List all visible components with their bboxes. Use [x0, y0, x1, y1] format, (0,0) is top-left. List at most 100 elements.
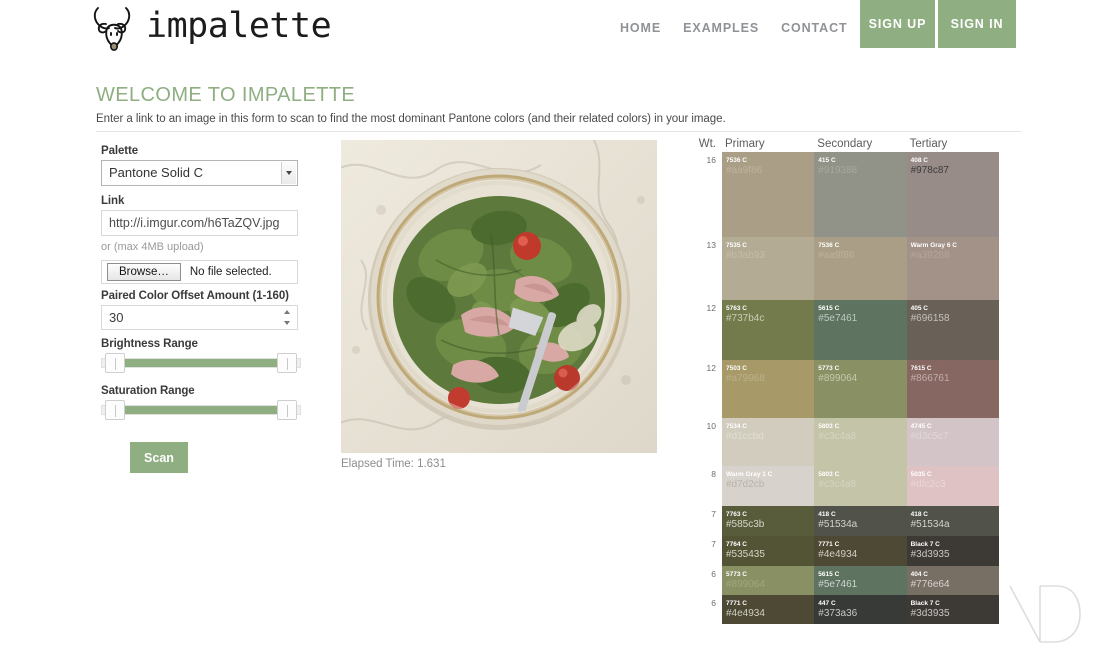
swatch-hex-value: #4e4934 [818, 549, 906, 560]
color-swatch-secondary[interactable]: 7771 C#4e4934 [814, 536, 906, 566]
color-swatch-tertiary[interactable]: 405 C#696158 [907, 300, 999, 360]
header-divider [96, 131, 1021, 132]
color-swatch-primary[interactable]: 7771 C#4e4934 [722, 595, 814, 624]
palette-label: Palette [101, 145, 298, 157]
swatch-pantone-name: 5615 C [818, 304, 906, 313]
swatch-pantone-name: 7763 C [726, 510, 814, 519]
swatch-pantone-name: 5615 C [818, 570, 906, 579]
file-upload-row[interactable]: Browse… No file selected. [101, 260, 298, 284]
swatch-hex-value: #b3ab93 [726, 250, 814, 261]
header-secondary: Secondary [814, 138, 906, 152]
saturation-handle-max[interactable] [277, 400, 297, 420]
table-row: 127503 C#a799685773 C#8990647615 C#86676… [678, 360, 1000, 418]
weight-cell: 12 [678, 300, 722, 313]
link-label: Link [101, 195, 298, 207]
saturation-range-slider[interactable] [101, 400, 301, 420]
table-row: 107534 C#d1ccbd5803 C#c3c4a84745 C#d3c5c… [678, 418, 1000, 466]
color-swatch-primary[interactable]: 7534 C#d1ccbd [722, 418, 814, 466]
site-header: impalette HOME EXAMPLES CONTACT SIGN UP … [0, 0, 1100, 56]
swatch-hex-value: #dfc2c3 [911, 479, 999, 490]
color-swatch-primary[interactable]: 7763 C#585c3b [722, 506, 814, 536]
color-swatch-primary[interactable]: 7536 C#aa9f86 [722, 152, 814, 237]
color-swatch-primary[interactable]: 7764 C#535435 [722, 536, 814, 566]
color-swatch-secondary[interactable]: 447 C#373a36 [814, 595, 906, 624]
color-swatch-tertiary[interactable]: 5035 C#dfc2c3 [907, 466, 999, 506]
color-swatch-secondary[interactable]: 415 C#919388 [814, 152, 906, 237]
swatch-hex-value: #585c3b [726, 519, 814, 530]
results-rows: 167536 C#aa9f86415 C#919388408 C#978c871… [678, 152, 1000, 624]
brightness-label: Brightness Range [101, 338, 298, 350]
swatch-hex-value: #c3c4a8 [818, 479, 906, 490]
brightness-fill [123, 359, 279, 367]
browse-button[interactable]: Browse… [107, 263, 181, 282]
swatch-pantone-name: 447 C [818, 599, 906, 608]
sign-up-button[interactable]: SIGN UP [860, 0, 935, 48]
color-swatch-tertiary[interactable]: 408 C#978c87 [907, 152, 999, 237]
table-row: 137535 C#b3ab937536 C#aa9f86Warm Gray 6 … [678, 237, 1000, 300]
upload-hint: or (max 4MB upload) [101, 241, 298, 253]
weight-cell: 7 [678, 506, 722, 519]
color-swatch-secondary[interactable]: 5803 C#c3c4a8 [814, 466, 906, 506]
offset-stepper[interactable]: 30 [101, 305, 298, 330]
impala-head-icon [88, 2, 140, 54]
color-swatch-tertiary[interactable]: 418 C#51534a [907, 506, 999, 536]
color-swatch-secondary[interactable]: 5615 C#5e7461 [814, 566, 906, 595]
weight-cell: 13 [678, 237, 722, 250]
weight-cell: 7 [678, 536, 722, 549]
chevron-down-icon[interactable] [281, 162, 296, 184]
color-swatch-tertiary[interactable]: Black 7 C#3d3935 [907, 536, 999, 566]
color-swatch-tertiary[interactable]: 404 C#776e64 [907, 566, 999, 595]
stepper-arrows-icon[interactable] [282, 310, 291, 325]
salad-bowl-photo [341, 140, 657, 453]
swatch-hex-value: #3d3935 [911, 549, 999, 560]
swatch-hex-value: #51534a [818, 519, 906, 530]
swatch-hex-value: #373a36 [818, 608, 906, 619]
weight-cell: 10 [678, 418, 722, 431]
brightness-handle-min[interactable] [105, 353, 125, 373]
saturation-handle-min[interactable] [105, 400, 125, 420]
swatch-hex-value: #696158 [911, 313, 999, 324]
nav-item-contact[interactable]: CONTACT [781, 21, 847, 35]
color-swatch-secondary[interactable]: 5773 C#899064 [814, 360, 906, 418]
color-swatch-tertiary[interactable]: 7615 C#866761 [907, 360, 999, 418]
sign-in-button[interactable]: SIGN IN [938, 0, 1016, 48]
scan-form: Palette Pantone Solid C Link or (max 4MB… [101, 145, 298, 473]
color-swatch-primary[interactable]: 7535 C#b3ab93 [722, 237, 814, 300]
saturation-label: Saturation Range [101, 385, 298, 397]
header-primary: Primary [722, 138, 814, 152]
color-swatch-secondary[interactable]: 5803 C#c3c4a8 [814, 418, 906, 466]
brand-logo[interactable]: impalette [88, 2, 331, 54]
color-swatch-secondary[interactable]: 5615 C#5e7461 [814, 300, 906, 360]
weight-cell: 6 [678, 595, 722, 608]
nav-item-examples[interactable]: EXAMPLES [683, 21, 759, 35]
color-swatch-primary[interactable]: Warm Gray 1 C#d7d2cb [722, 466, 814, 506]
swatch-pantone-name: Black 7 C [911, 540, 999, 549]
color-swatch-secondary[interactable]: 418 C#51534a [814, 506, 906, 536]
color-swatch-primary[interactable]: 5763 C#737b4c [722, 300, 814, 360]
swatch-hex-value: #51534a [911, 519, 999, 530]
color-swatch-tertiary[interactable]: Warm Gray 6 C#a39288 [907, 237, 999, 300]
swatch-hex-value: #978c87 [911, 165, 999, 176]
swatch-hex-value: #d7d2cb [726, 479, 814, 490]
color-swatch-primary[interactable]: 5773 C#899064 [722, 566, 814, 595]
nav-item-home[interactable]: HOME [620, 21, 661, 35]
results-header-row: Wt. Primary Secondary Tertiary [678, 138, 1000, 152]
table-row: 77763 C#585c3b418 C#51534a418 C#51534a [678, 506, 1000, 536]
brightness-handle-max[interactable] [277, 353, 297, 373]
main-nav: HOME EXAMPLES CONTACT [620, 21, 848, 35]
color-swatch-secondary[interactable]: 7536 C#aa9f86 [814, 237, 906, 300]
color-swatch-tertiary[interactable]: 4745 C#d3c5c7 [907, 418, 999, 466]
brightness-range-slider[interactable] [101, 353, 301, 373]
offset-value: 30 [102, 306, 297, 329]
scan-button[interactable]: Scan [130, 442, 188, 473]
swatch-pantone-name: 5803 C [818, 470, 906, 479]
swatch-pantone-name: 7615 C [911, 364, 999, 373]
weight-cell: 6 [678, 566, 722, 579]
color-swatch-tertiary[interactable]: Black 7 C#3d3935 [907, 595, 999, 624]
results-table: Wt. Primary Secondary Tertiary 167536 C#… [678, 138, 1000, 624]
link-input[interactable] [101, 210, 298, 236]
swatch-pantone-name: Warm Gray 6 C [911, 241, 999, 250]
brand-name: impalette [146, 9, 331, 48]
palette-select[interactable]: Pantone Solid C [101, 160, 298, 186]
color-swatch-primary[interactable]: 7503 C#a79968 [722, 360, 814, 418]
